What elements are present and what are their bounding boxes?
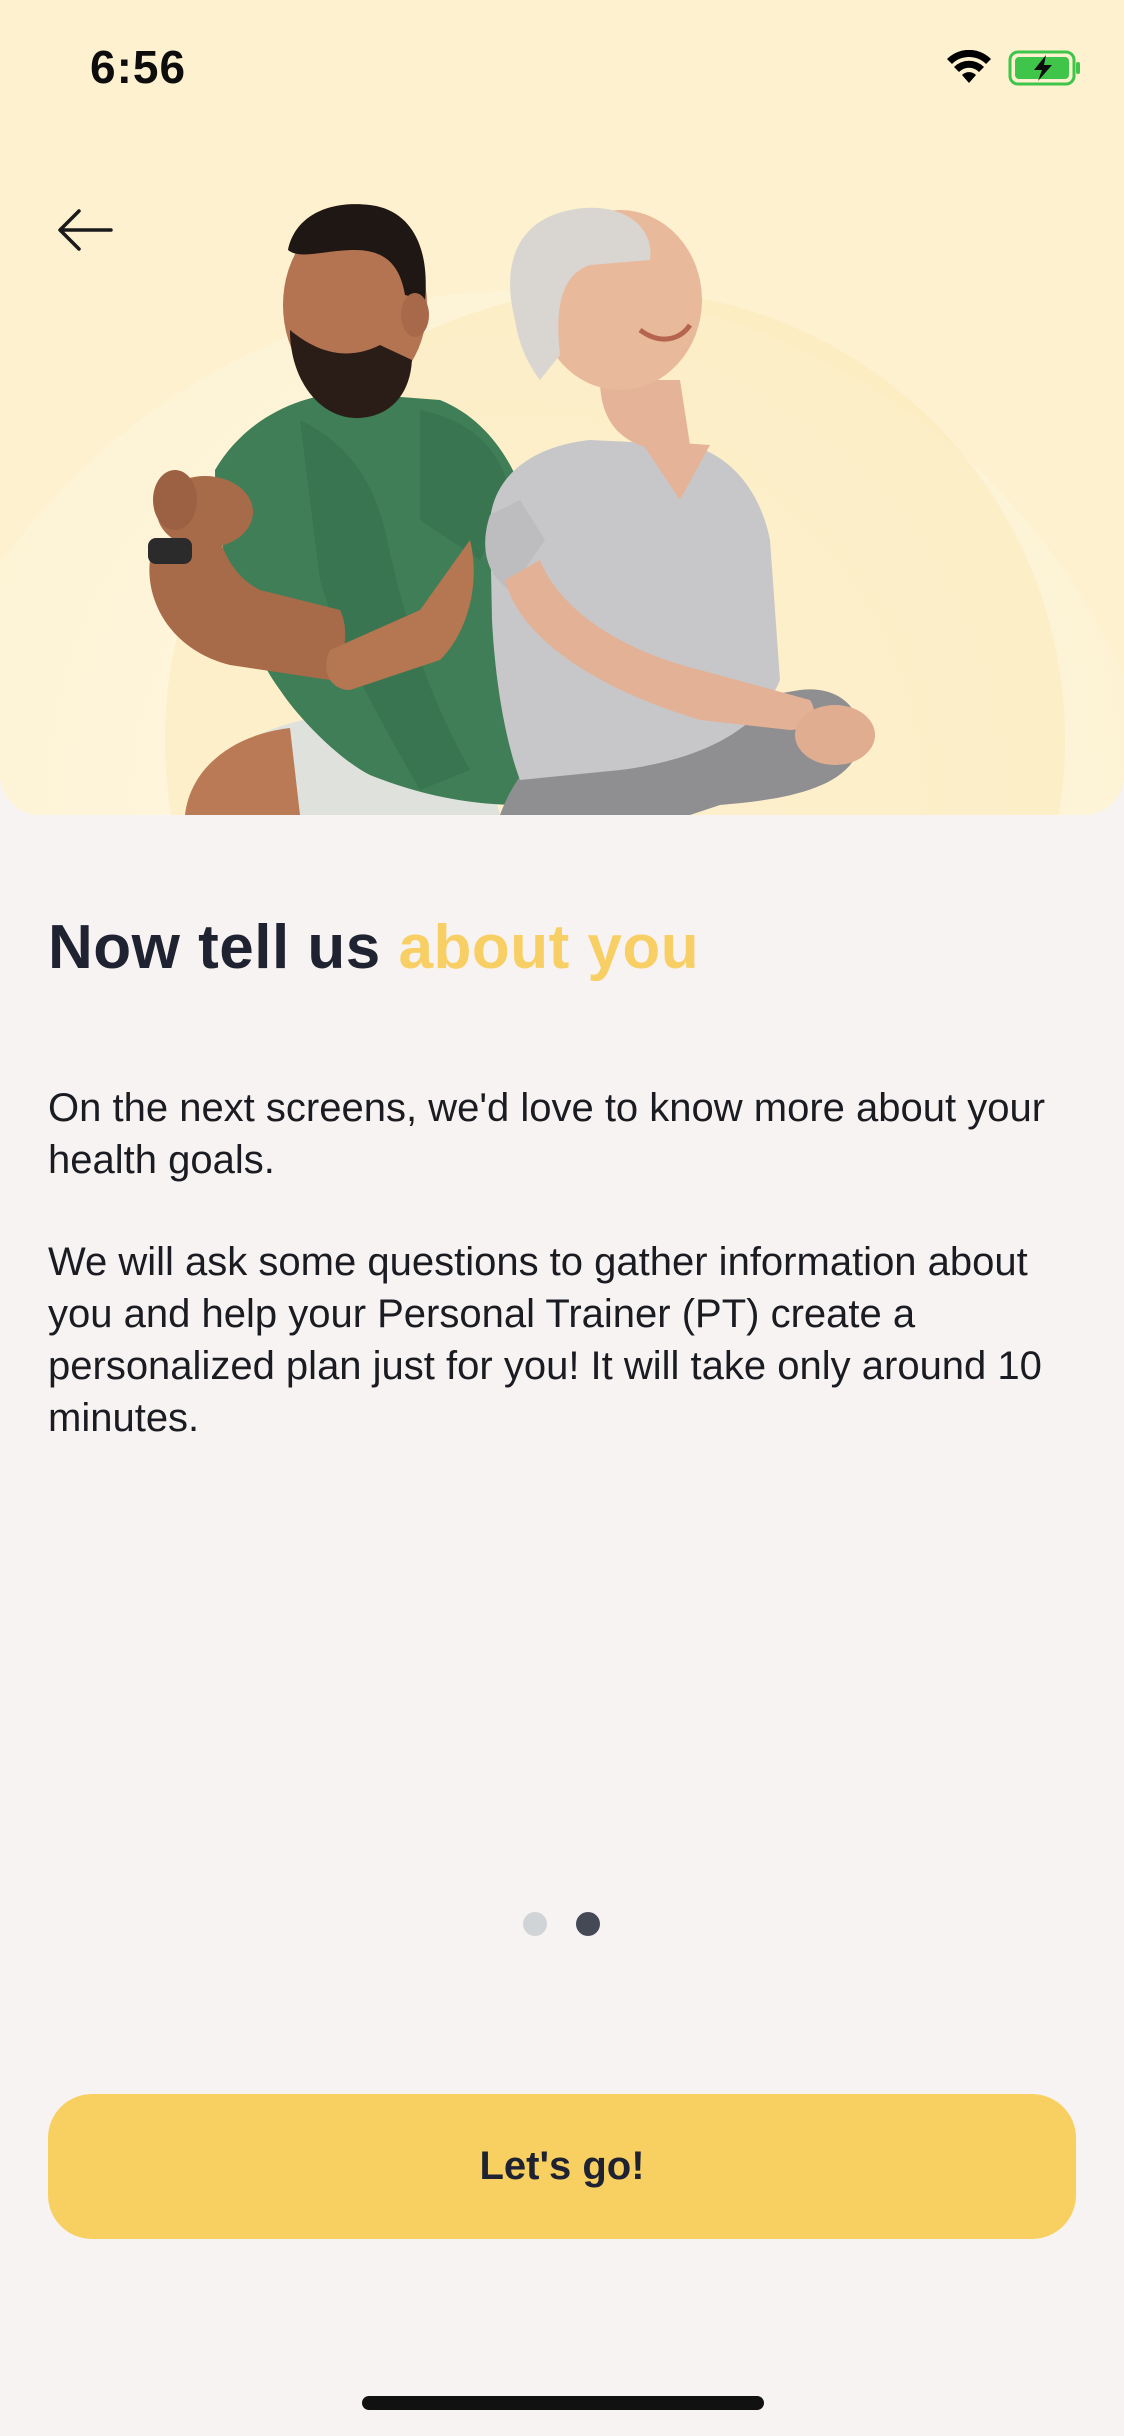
battery-charging-icon — [1008, 50, 1080, 86]
status-bar: 6:56 — [0, 0, 1124, 140]
status-time: 6:56 — [90, 41, 187, 93]
page-indicator — [523, 1912, 600, 1936]
lets-go-button[interactable]: Let's go! — [48, 2094, 1076, 2239]
title-main: Now tell us — [48, 913, 399, 982]
woman-figure — [485, 207, 875, 815]
page-dot-2-active[interactable] — [576, 1912, 600, 1936]
title-accent: about you — [398, 913, 700, 982]
details-paragraph: We will ask some questions to gather inf… — [48, 1240, 1042, 1440]
man-figure — [148, 204, 540, 815]
arrow-left-icon — [58, 209, 113, 251]
back-button[interactable] — [40, 190, 130, 270]
home-indicator[interactable] — [362, 2396, 764, 2410]
page-dot-1[interactable] — [523, 1912, 547, 1936]
page-title: Now tell us about you — [48, 912, 1078, 983]
intro-paragraph: On the next screens, we'd love to know m… — [48, 1086, 1046, 1182]
wifi-icon — [947, 50, 991, 83]
